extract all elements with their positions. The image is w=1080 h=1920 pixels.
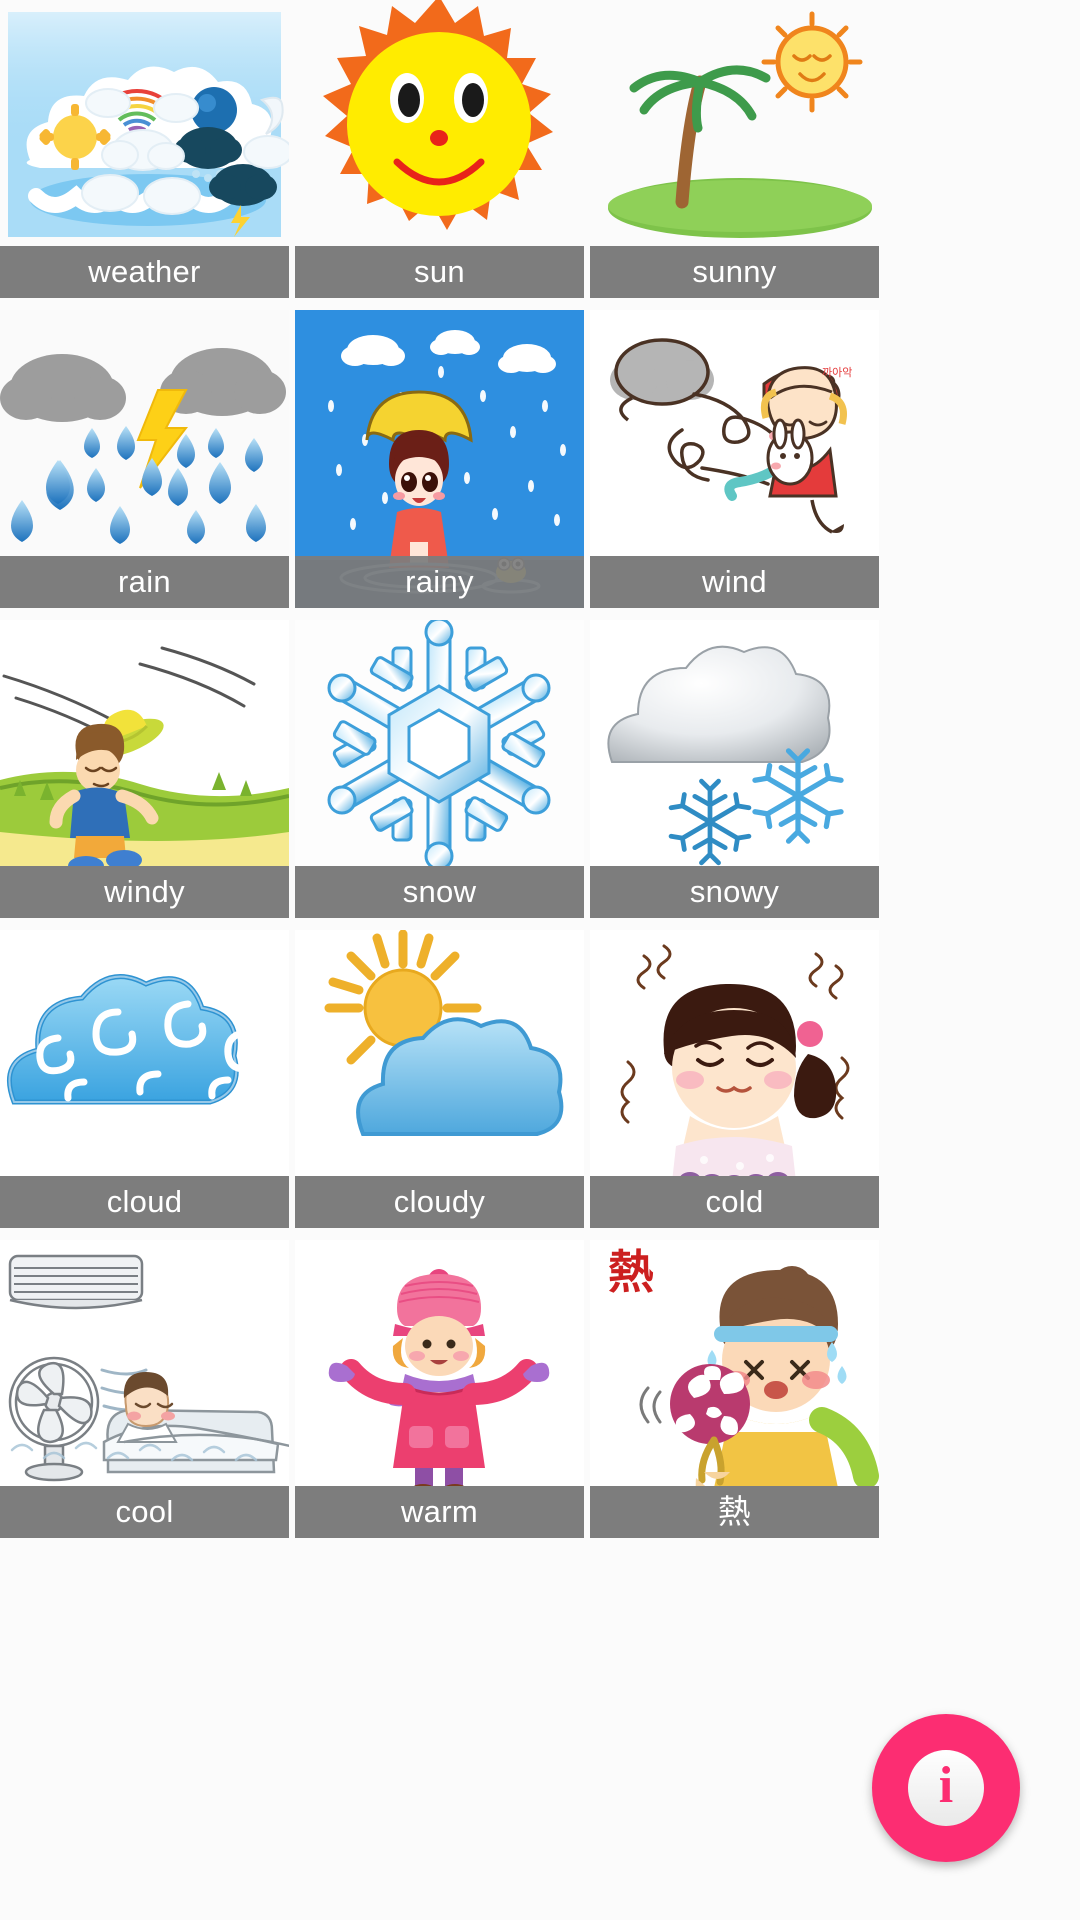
storm-raindrops-illustration: [0, 310, 289, 559]
flashcard-grid: weather sun sunny rain rainy 까아악 wind wi…: [0, 0, 1080, 1920]
info-icon: i: [908, 1750, 984, 1826]
flashcard-label: wind: [590, 556, 879, 608]
flashcard-label: rain: [0, 556, 289, 608]
flashcard-palm-island-sun[interactable]: sunny: [590, 0, 879, 305]
flashcard-label: sun: [295, 246, 584, 298]
svg-text:熱: 熱: [608, 1245, 654, 1299]
fan-sleeping-boy-illustration: [0, 1240, 289, 1489]
flashcard-label: cool: [0, 1486, 289, 1538]
blue-cloud-illustration: [0, 930, 289, 1179]
weather-collage-illustration: [0, 0, 289, 249]
flashcard-weather-collage[interactable]: weather: [0, 0, 289, 305]
flashcard-sun-face[interactable]: sun: [295, 0, 584, 305]
flashcard-label: windy: [0, 866, 289, 918]
girl-winter-coat-illustration: [295, 1240, 584, 1489]
flashcard-label: cloud: [0, 1176, 289, 1228]
flashcard-label: weather: [0, 246, 289, 298]
flashcard-boy-hat-blown[interactable]: windy: [0, 620, 289, 925]
flashcard-storm-raindrops[interactable]: rain: [0, 310, 289, 615]
girl-hot-fan-illustration: 熱: [590, 1240, 879, 1489]
flashcard-label: cold: [590, 1176, 879, 1228]
flashcard-girl-hot-fan[interactable]: 熱 熱: [590, 1240, 879, 1545]
sun-face-illustration: [295, 0, 584, 249]
flashcard-label: sunny: [590, 246, 879, 298]
flashcard-girl-umbrella[interactable]: rainy: [295, 310, 584, 615]
flashcard-label: cloudy: [295, 1176, 584, 1228]
boy-hat-blown-illustration: [0, 620, 289, 869]
wind-blowing-girl-illustration: 까아악: [590, 310, 879, 559]
sun-behind-cloud-illustration: [295, 930, 584, 1179]
girl-shivering-illustration: [590, 930, 879, 1179]
flashcard-label: rainy: [295, 556, 584, 608]
flashcard-girl-winter-coat[interactable]: warm: [295, 1240, 584, 1545]
flashcard-snowflake-big[interactable]: snow: [295, 620, 584, 925]
flashcard-label: snowy: [590, 866, 879, 918]
flashcard-sun-behind-cloud[interactable]: cloudy: [295, 930, 584, 1235]
snowflake-big-illustration: [295, 620, 584, 869]
cloud-snowflakes-illustration: [590, 620, 879, 869]
flashcard-fan-sleeping-boy[interactable]: cool: [0, 1240, 289, 1545]
flashcard-label: snow: [295, 866, 584, 918]
flashcard-cloud-snowflakes[interactable]: snowy: [590, 620, 879, 925]
flashcard-label: warm: [295, 1486, 584, 1538]
svg-text:까아악: 까아악: [822, 366, 852, 379]
info-fab-button[interactable]: i: [872, 1714, 1020, 1862]
flashcard-girl-shivering[interactable]: cold: [590, 930, 879, 1235]
flashcard-blue-cloud[interactable]: cloud: [0, 930, 289, 1235]
flashcard-wind-blowing-girl[interactable]: 까아악 wind: [590, 310, 879, 615]
flashcard-app: weather sun sunny rain rainy 까아악 wind wi…: [0, 0, 1080, 1920]
flashcard-label: 熱: [590, 1486, 879, 1538]
palm-island-sun-illustration: [590, 0, 879, 249]
